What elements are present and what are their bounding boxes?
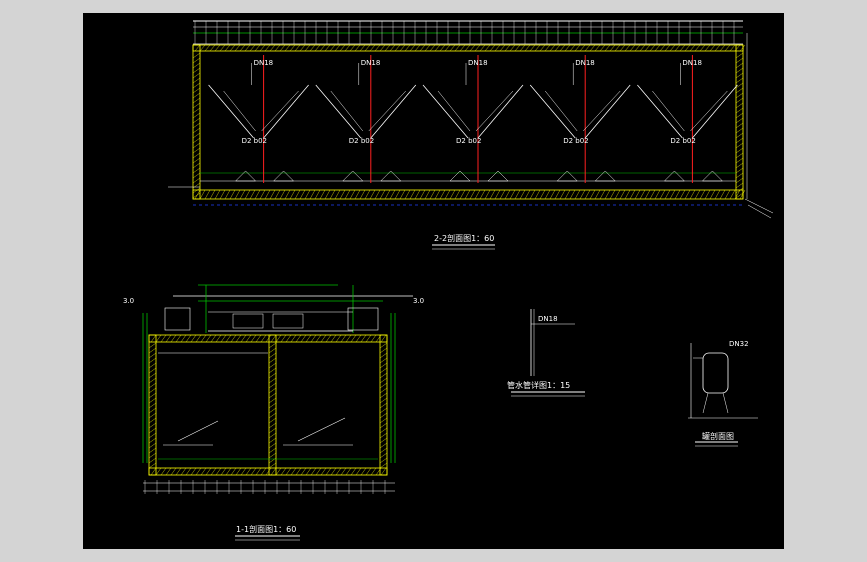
hopper-label: D2 b02	[563, 137, 588, 145]
hopper: DN18 D2 b02	[529, 55, 631, 183]
hopper-pipe-label: DN18	[575, 59, 595, 67]
section-1-1-title: 1-1剖面图1：60	[236, 524, 296, 534]
hopper-pipe-label: DN18	[682, 59, 702, 67]
hopper-pipe-label: DN18	[468, 59, 488, 67]
cad-drawing: DN18 D2 b02 DN18 D2 b02 DN18 D2 b02 DN18 D2 b02…	[123, 20, 774, 541]
section-2-2-title: 2-2剖面图1：60	[434, 233, 494, 243]
level-right: 3.0	[413, 297, 424, 305]
tank-detail-title: 罐剖面图	[702, 431, 734, 441]
hopper-pipe-label: DN18	[361, 59, 381, 67]
section-1-1: 3.0 3.0 1-1剖面图1：60	[123, 284, 424, 541]
pipe-detail-title: 管水管详图1：15	[507, 380, 570, 390]
hopper-label: D2 b02	[349, 137, 374, 145]
hopper: DN18 D2 b02	[637, 55, 738, 183]
cad-drawing-canvas: DN18 D2 b02 DN18 D2 b02 DN18 D2 b02 DN18 D2 b02…	[83, 13, 784, 549]
hopper-label: D2 b02	[670, 137, 695, 145]
pipe-detail-label: DN18	[538, 315, 558, 323]
hopper-label: D2 b02	[242, 137, 267, 145]
hopper-label: D2 b02	[456, 137, 481, 145]
hopper-pipe-label: DN18	[254, 59, 274, 67]
level-left: 3.0	[123, 297, 134, 305]
pipe-detail: DN18 管水管详图1：15	[507, 309, 585, 397]
hopper: DN18 D2 b02	[315, 55, 417, 183]
hopper: DN18 D2 b02	[422, 55, 524, 183]
section-2-2: DN18 D2 b02 DN18 D2 b02 DN18 D2 b02 DN18 D2 b02…	[168, 20, 774, 250]
tank-detail-label: DN32	[729, 340, 749, 348]
tank-detail: DN32 罐剖面图	[688, 340, 758, 447]
hopper: DN18 D2 b02	[208, 55, 309, 183]
